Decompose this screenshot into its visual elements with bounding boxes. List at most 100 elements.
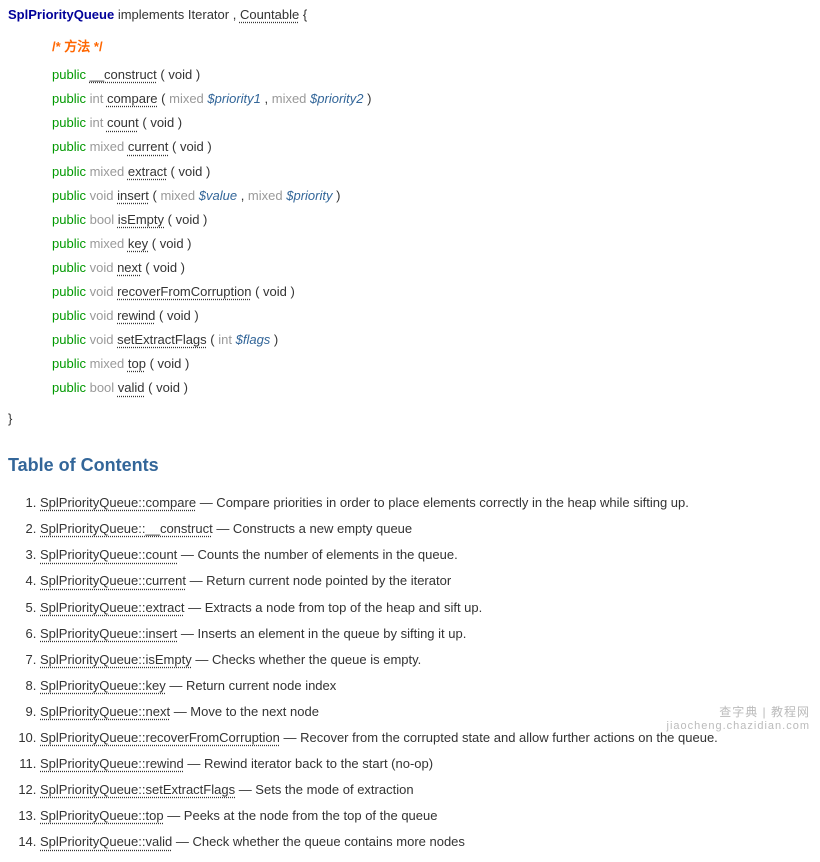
method-params: ( void ) [168,212,208,227]
toc-desc: — Inserts an element in the queue by sif… [177,626,466,641]
method-modifier: public [52,332,86,347]
method-line: public mixed extract ( void ) [52,161,812,183]
method-params: ( void ) [172,139,212,154]
toc-link[interactable]: SplPriorityQueue::valid [40,834,172,849]
return-type: void [90,284,114,299]
toc-item: SplPriorityQueue::key — Return current n… [40,675,812,697]
toc-item: SplPriorityQueue::__construct — Construc… [40,518,812,540]
toc-desc: — Return current node index [166,678,337,693]
method-modifier: public [52,115,86,130]
toc-item: SplPriorityQueue::rewind — Rewind iterat… [40,753,812,775]
countable-link[interactable]: Countable [240,7,299,22]
method-line: public __construct ( void ) [52,64,812,86]
method-name-link[interactable]: setExtractFlags [117,332,207,347]
method-modifier: public [52,67,86,82]
toc-heading: Table of Contents [8,450,812,481]
toc-link[interactable]: SplPriorityQueue::next [40,704,170,719]
method-params: ( void ) [142,115,182,130]
toc-desc: — Compare priorities in order to place e… [196,495,689,510]
toc-link[interactable]: SplPriorityQueue::__construct [40,521,213,536]
toc-item: SplPriorityQueue::insert — Inserts an el… [40,623,812,645]
brace-open: { [303,7,307,22]
method-params: ( void ) [255,284,295,299]
methods-block: /* 方法 */ public __construct ( void )publ… [52,36,812,399]
toc-link[interactable]: SplPriorityQueue::extract [40,600,185,615]
method-line: public void insert ( mixed $value , mixe… [52,185,812,207]
method-name-link[interactable]: next [117,260,142,275]
toc-link[interactable]: SplPriorityQueue::setExtractFlags [40,782,235,797]
param-name: $priority2 [310,91,363,106]
method-modifier: public [52,260,86,275]
method-modifier: public [52,308,86,323]
toc-link[interactable]: SplPriorityQueue::rewind [40,756,184,771]
toc-link[interactable]: SplPriorityQueue::count [40,547,177,562]
toc-desc: — Sets the mode of extraction [235,782,413,797]
method-name-link[interactable]: extract [128,164,167,179]
method-modifier: public [52,284,86,299]
toc-link[interactable]: SplPriorityQueue::key [40,678,166,693]
toc-item: SplPriorityQueue::current — Return curre… [40,570,812,592]
method-name-link[interactable]: key [128,236,148,251]
toc-link[interactable]: SplPriorityQueue::top [40,808,164,823]
param-name: $priority [286,188,332,203]
toc-desc: — Peeks at the node from the top of the … [164,808,438,823]
return-type: void [90,260,114,275]
class-synopsis: SplPriorityQueue implements Iterator , C… [8,4,812,430]
method-line: public void setExtractFlags ( int $flags… [52,329,812,351]
method-modifier: public [52,380,86,395]
method-name-link[interactable]: insert [117,188,149,203]
watermark: 查字典 | 教程网 jiaocheng.chazidian.com [667,705,810,733]
return-type: int [90,115,104,130]
method-line: public mixed top ( void ) [52,353,812,375]
return-type: bool [90,212,115,227]
param-type: mixed [169,91,204,106]
param-type: mixed [272,91,307,106]
method-line: public mixed key ( void ) [52,233,812,255]
return-type: void [90,188,114,203]
implements-keyword: implements Iterator , [118,7,240,22]
method-modifier: public [52,91,86,106]
return-type: bool [90,380,115,395]
toc-link[interactable]: SplPriorityQueue::current [40,573,186,588]
toc-link[interactable]: SplPriorityQueue::compare [40,495,196,510]
toc-item: SplPriorityQueue::valid — Check whether … [40,831,812,853]
method-name-link[interactable]: isEmpty [118,212,164,227]
method-name-link[interactable]: compare [107,91,158,106]
method-modifier: public [52,212,86,227]
param-name: $value [199,188,237,203]
toc-desc: — Checks whether the queue is empty. [192,652,422,667]
method-modifier: public [52,188,86,203]
method-params: ( void ) [171,164,211,179]
toc-item: SplPriorityQueue::count — Counts the num… [40,544,812,566]
toc-desc: — Recover from the corrupted state and a… [280,730,718,745]
method-name-link[interactable]: current [128,139,168,154]
toc-desc: — Return current node pointed by the ite… [186,573,451,588]
method-line: public void next ( void ) [52,257,812,279]
toc-item: SplPriorityQueue::top — Peeks at the nod… [40,805,812,827]
method-line: public bool valid ( void ) [52,377,812,399]
toc-link[interactable]: SplPriorityQueue::insert [40,626,177,641]
method-name-link[interactable]: count [107,115,139,130]
param-type: mixed [248,188,283,203]
param-name: $priority1 [207,91,260,106]
method-modifier: public [52,356,86,371]
method-line: public mixed current ( void ) [52,136,812,158]
method-name-link[interactable]: __construct [90,67,157,82]
toc-item: SplPriorityQueue::setExtractFlags — Sets… [40,779,812,801]
toc-item: SplPriorityQueue::isEmpty — Checks wheth… [40,649,812,671]
method-name-link[interactable]: valid [118,380,145,395]
method-name-link[interactable]: rewind [117,308,155,323]
param-name: $flags [236,332,271,347]
toc-link[interactable]: SplPriorityQueue::recoverFromCorruption [40,730,280,745]
method-params: ( void ) [152,236,192,251]
toc-link[interactable]: SplPriorityQueue::isEmpty [40,652,192,667]
method-name-link[interactable]: recoverFromCorruption [117,284,251,299]
class-name: SplPriorityQueue [8,7,114,22]
return-type: void [90,308,114,323]
return-type: void [90,332,114,347]
method-name-link[interactable]: top [128,356,146,371]
toc-item: SplPriorityQueue::extract — Extracts a n… [40,597,812,619]
toc-list: SplPriorityQueue::compare — Compare prio… [8,492,812,853]
return-type: mixed [90,139,125,154]
watermark-line1: 查字典 | 教程网 [667,705,810,719]
